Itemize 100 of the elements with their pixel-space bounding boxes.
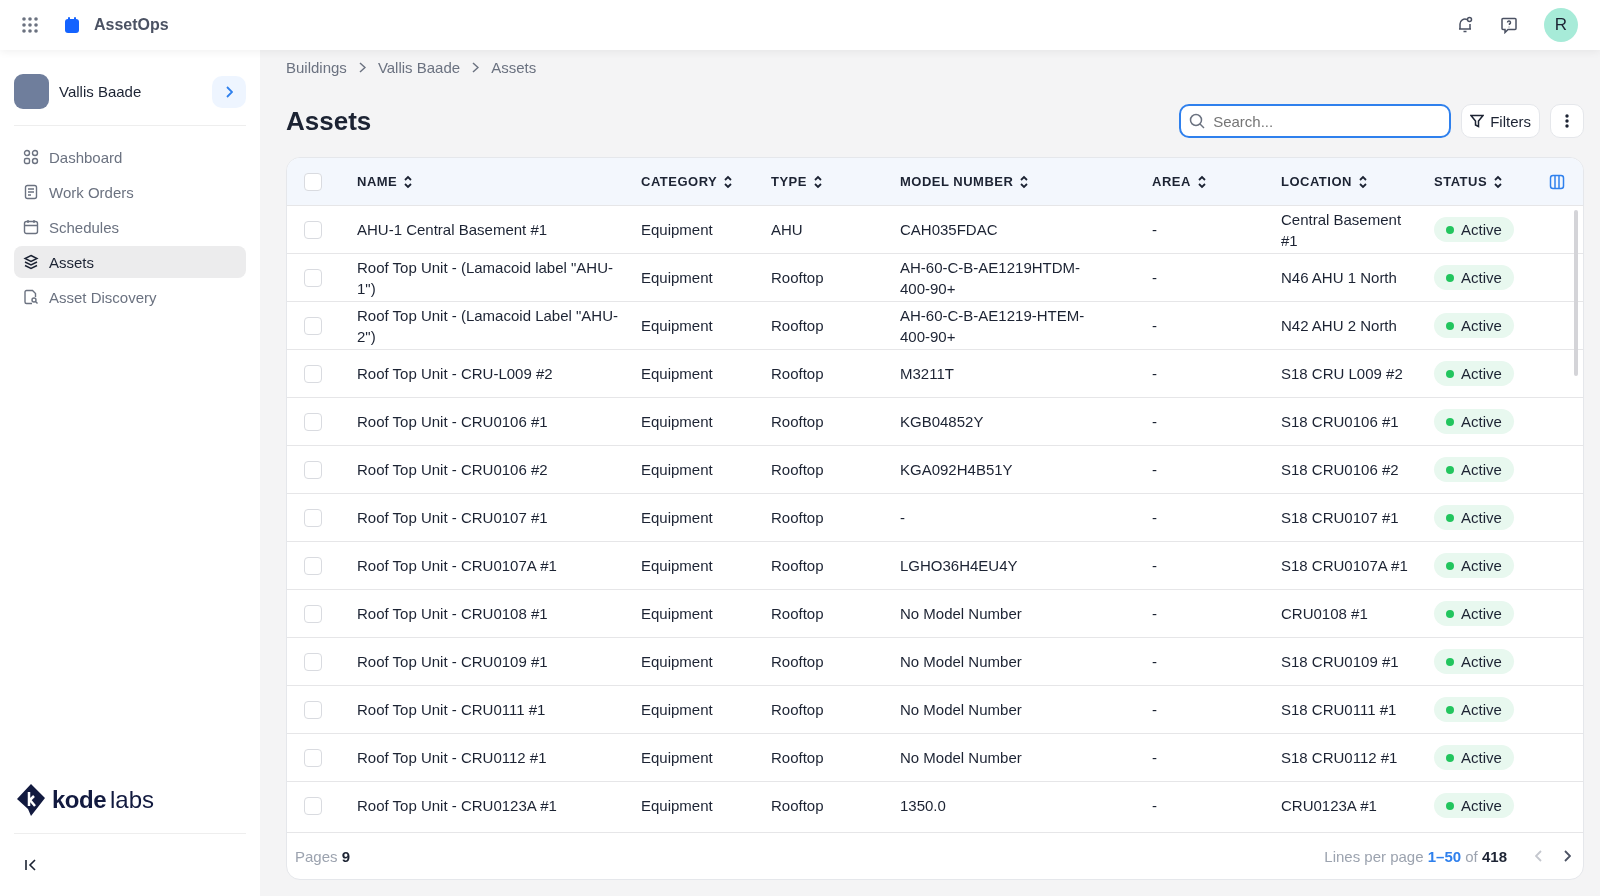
sidebar-item[interactable]: Asset Discovery xyxy=(14,281,246,313)
row-checkbox[interactable] xyxy=(304,508,322,527)
row-checkbox[interactable] xyxy=(304,412,322,431)
table-cell: Roof Top Unit - CRU0106 #2 xyxy=(357,461,548,478)
sidebar-item[interactable]: Work Orders xyxy=(14,176,246,208)
sort-icon[interactable] xyxy=(812,174,823,189)
table-cell-text: KGB04852Y xyxy=(900,412,984,432)
table-cell: Equipment xyxy=(641,605,713,622)
status-badge: Active xyxy=(1434,601,1514,626)
table-cell: - xyxy=(1152,461,1157,478)
table-cell-text: S18 CRU0106 #1 xyxy=(1281,412,1399,432)
dashboard-icon xyxy=(23,149,39,165)
table-cell: Rooftop xyxy=(771,797,824,814)
filters-button[interactable]: Filters xyxy=(1461,104,1540,138)
columns-icon[interactable] xyxy=(1549,173,1565,190)
table-cell: - xyxy=(1152,269,1157,286)
table-cell: - xyxy=(1152,221,1157,238)
table-cell: Equipment xyxy=(641,797,713,814)
sort-icon[interactable] xyxy=(1357,174,1368,189)
table-cell: Roof Top Unit - CRU-L009 #2 xyxy=(357,365,553,382)
row-checkbox[interactable] xyxy=(304,652,322,671)
status-badge: Active xyxy=(1434,697,1514,722)
column-header[interactable]: TYPE xyxy=(771,174,807,189)
sidebar-item[interactable]: Schedules xyxy=(14,211,246,243)
table-cell: Roof Top Unit - CRU0107 #1 xyxy=(357,509,548,526)
table-cell-text: S18 CRU0109 #1 xyxy=(1281,652,1399,672)
chevron-right-icon xyxy=(225,85,233,98)
column-header[interactable]: CATEGORY xyxy=(641,174,718,189)
column-header[interactable]: MODEL NUMBER xyxy=(900,174,1014,189)
table-cell: Rooftop xyxy=(771,701,824,718)
table-cell: Roof Top Unit - CRU0107A #1 xyxy=(357,557,557,574)
table-cell-text: Central Basement #1 xyxy=(1281,209,1403,251)
search-field[interactable]: Search... xyxy=(1179,104,1452,138)
table-cell-text: No Model Number xyxy=(900,748,1022,768)
building-expand-button[interactable] xyxy=(212,75,246,108)
scrollbar-thumb[interactable] xyxy=(1574,210,1578,376)
row-checkbox[interactable] xyxy=(304,268,322,287)
select-all-checkbox[interactable] xyxy=(304,172,322,191)
row-checkbox[interactable] xyxy=(304,796,322,815)
status-badge: Active xyxy=(1434,409,1514,434)
company-logo: kode labs xyxy=(14,783,246,834)
sidebar-item[interactable]: Dashboard xyxy=(14,141,246,173)
sort-icon[interactable] xyxy=(1493,174,1504,189)
user-avatar[interactable]: R xyxy=(1544,8,1578,42)
column-header[interactable]: LOCATION xyxy=(1281,174,1352,189)
chevron-right-icon xyxy=(358,62,366,73)
table-cell: Equipment xyxy=(641,749,713,766)
table-cell: - xyxy=(1152,749,1157,766)
row-checkbox[interactable] xyxy=(304,460,322,479)
row-checkbox[interactable] xyxy=(304,748,322,767)
table-cell: - xyxy=(1152,413,1157,430)
table-cell-text: CRU0108 #1 xyxy=(1281,604,1368,624)
collapse-sidebar-icon[interactable] xyxy=(24,858,38,872)
table-cell-text: N42 AHU 2 North xyxy=(1281,316,1397,336)
table-cell: Equipment xyxy=(641,413,713,430)
table-cell: Equipment xyxy=(641,509,713,526)
table-cell: Equipment xyxy=(641,317,713,334)
table-cell: Rooftop xyxy=(771,749,824,766)
more-options-button[interactable] xyxy=(1550,104,1584,138)
search-icon xyxy=(1189,113,1206,129)
sort-icon[interactable] xyxy=(723,174,734,189)
app-name: AssetOps xyxy=(94,16,169,34)
row-checkbox[interactable] xyxy=(304,316,322,335)
status-badge: Active xyxy=(1434,745,1514,770)
row-checkbox[interactable] xyxy=(304,220,322,239)
layers-icon xyxy=(23,254,39,270)
calendar-icon xyxy=(23,219,39,235)
table-cell: - xyxy=(1152,509,1157,526)
app-grid-icon[interactable] xyxy=(22,17,38,33)
breadcrumb-link[interactable]: Vallis Baade xyxy=(377,59,461,76)
table-cell: Equipment xyxy=(641,269,713,286)
sort-icon[interactable] xyxy=(403,174,414,189)
row-checkbox[interactable] xyxy=(304,700,322,719)
sort-icon[interactable] xyxy=(1196,174,1207,189)
table-cell-text: S18 CRU0106 #2 xyxy=(1281,460,1399,480)
help-chat-icon[interactable] xyxy=(1500,16,1518,34)
table-cell: - xyxy=(1152,365,1157,382)
row-checkbox[interactable] xyxy=(304,556,322,575)
table-cell: Equipment xyxy=(641,653,713,670)
table-cell: AHU-1 Central Basement #1 xyxy=(357,221,548,238)
table-cell: Roof Top Unit - (Lamacoid label "AHU-1") xyxy=(357,258,613,297)
bell-icon[interactable] xyxy=(1456,16,1474,34)
table-cell: Equipment xyxy=(641,365,713,382)
sort-icon[interactable] xyxy=(1019,174,1030,189)
column-header[interactable]: AREA xyxy=(1152,174,1191,189)
column-header[interactable]: NAME xyxy=(357,174,398,189)
building-name: Vallis Baade xyxy=(59,83,143,100)
row-checkbox[interactable] xyxy=(304,604,322,623)
table-cell-text: S18 CRU0107A #1 xyxy=(1281,556,1408,576)
table-cell-text: AH-60-C-B-AE1219-HTEM-400-90+ xyxy=(900,305,1086,347)
row-checkbox[interactable] xyxy=(304,364,322,383)
chevron-left-icon xyxy=(1535,850,1543,862)
table-cell-text: S18 CRU L009 #2 xyxy=(1281,364,1403,384)
breadcrumb-link[interactable]: Buildings xyxy=(286,59,347,76)
sidebar-item[interactable]: Assets xyxy=(14,246,246,278)
status-badge: Active xyxy=(1434,505,1514,530)
table-cell: Rooftop xyxy=(771,605,824,622)
breadcrumb-link[interactable]: Assets xyxy=(491,59,537,76)
column-header[interactable]: STATUS xyxy=(1434,174,1488,189)
table-cell: AHU xyxy=(771,221,803,238)
